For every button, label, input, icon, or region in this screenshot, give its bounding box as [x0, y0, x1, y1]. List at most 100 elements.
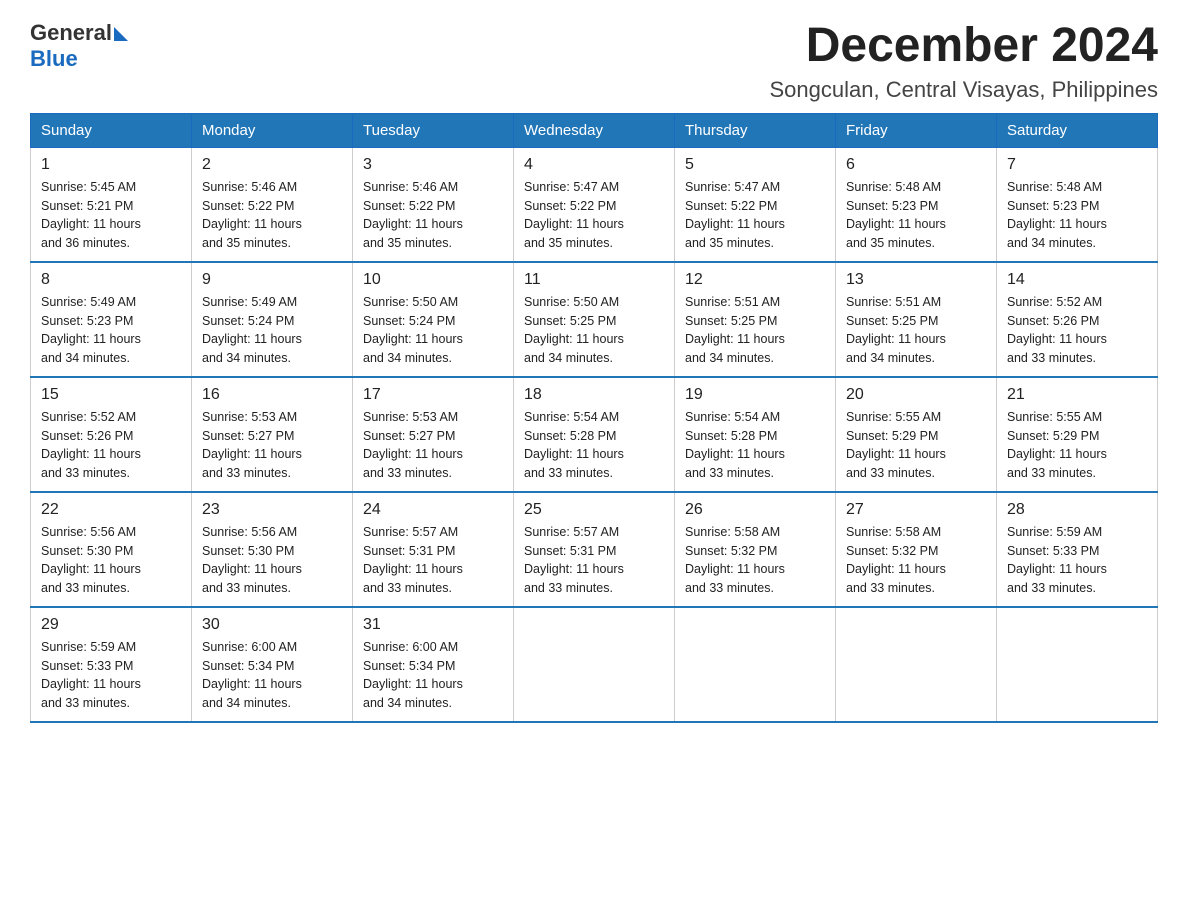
calendar-cell: 1 Sunrise: 5:45 AMSunset: 5:21 PMDaylight… — [31, 147, 192, 262]
calendar-cell: 11 Sunrise: 5:50 AMSunset: 5:25 PMDayligh… — [514, 262, 675, 377]
day-info: Sunrise: 5:58 AMSunset: 5:32 PMDaylight:… — [846, 523, 986, 598]
day-info: Sunrise: 5:52 AMSunset: 5:26 PMDaylight:… — [1007, 293, 1147, 368]
day-info: Sunrise: 5:57 AMSunset: 5:31 PMDaylight:… — [363, 523, 503, 598]
calendar-cell: 20 Sunrise: 5:55 AMSunset: 5:29 PMDayligh… — [836, 377, 997, 492]
calendar-cell: 3 Sunrise: 5:46 AMSunset: 5:22 PMDaylight… — [353, 147, 514, 262]
calendar-cell: 8Sunrise: 5:49 AMSunset: 5:23 PMDaylight… — [31, 262, 192, 377]
page-title: December 2024 — [770, 20, 1159, 73]
day-number: 24 — [363, 501, 503, 519]
calendar-cell: 10 Sunrise: 5:50 AMSunset: 5:24 PMDayligh… — [353, 262, 514, 377]
calendar-cell: 17 Sunrise: 5:53 AMSunset: 5:27 PMDayligh… — [353, 377, 514, 492]
calendar-cell: 7 Sunrise: 5:48 AMSunset: 5:23 PMDaylight… — [997, 147, 1158, 262]
day-number: 22 — [41, 501, 181, 519]
calendar-cell: 4 Sunrise: 5:47 AMSunset: 5:22 PMDaylight… — [514, 147, 675, 262]
day-number: 11 — [524, 271, 664, 289]
calendar-cell: 19 Sunrise: 5:54 AMSunset: 5:28 PMDayligh… — [675, 377, 836, 492]
week-row-2: 8Sunrise: 5:49 AMSunset: 5:23 PMDaylight… — [31, 262, 1158, 377]
day-info: Sunrise: 5:56 AMSunset: 5:30 PMDaylight:… — [202, 523, 342, 598]
calendar-cell — [675, 607, 836, 722]
day-info: Sunrise: 5:50 AMSunset: 5:24 PMDaylight:… — [363, 293, 503, 368]
logo: General Blue — [30, 20, 128, 72]
calendar-header-row: SundayMondayTuesdayWednesdayThursdayFrid… — [31, 113, 1158, 147]
day-number: 7 — [1007, 156, 1147, 174]
day-number: 9 — [202, 271, 342, 289]
day-number: 25 — [524, 501, 664, 519]
day-info: Sunrise: 5:48 AMSunset: 5:23 PMDaylight:… — [846, 178, 986, 253]
day-info: Sunrise: 5:46 AMSunset: 5:22 PMDaylight:… — [363, 178, 503, 253]
logo-general: General — [30, 20, 112, 46]
day-info: Sunrise: 5:45 AMSunset: 5:21 PMDaylight:… — [41, 178, 181, 253]
day-number: 20 — [846, 386, 986, 404]
day-info: Sunrise: 5:51 AMSunset: 5:25 PMDaylight:… — [685, 293, 825, 368]
day-number: 2 — [202, 156, 342, 174]
day-number: 3 — [363, 156, 503, 174]
calendar-cell — [514, 607, 675, 722]
calendar-cell: 24 Sunrise: 5:57 AMSunset: 5:31 PMDayligh… — [353, 492, 514, 607]
day-number: 1 — [41, 156, 181, 174]
week-row-4: 22 Sunrise: 5:56 AMSunset: 5:30 PMDayligh… — [31, 492, 1158, 607]
day-number: 4 — [524, 156, 664, 174]
week-row-1: 1 Sunrise: 5:45 AMSunset: 5:21 PMDaylight… — [31, 147, 1158, 262]
day-number: 27 — [846, 501, 986, 519]
day-info: Sunrise: 5:55 AMSunset: 5:29 PMDaylight:… — [846, 408, 986, 483]
title-block: December 2024 Songculan, Central Visayas… — [770, 20, 1159, 103]
calendar-cell: 27 Sunrise: 5:58 AMSunset: 5:32 PMDayligh… — [836, 492, 997, 607]
calendar-cell: 13Sunrise: 5:51 AMSunset: 5:25 PMDayligh… — [836, 262, 997, 377]
day-info: Sunrise: 5:59 AMSunset: 5:33 PMDaylight:… — [41, 638, 181, 713]
day-number: 19 — [685, 386, 825, 404]
day-info: Sunrise: 5:54 AMSunset: 5:28 PMDaylight:… — [685, 408, 825, 483]
logo-blue: Blue — [30, 46, 78, 72]
week-row-3: 15Sunrise: 5:52 AMSunset: 5:26 PMDayligh… — [31, 377, 1158, 492]
calendar-cell: 31Sunrise: 6:00 AMSunset: 5:34 PMDayligh… — [353, 607, 514, 722]
week-row-5: 29Sunrise: 5:59 AMSunset: 5:33 PMDayligh… — [31, 607, 1158, 722]
day-info: Sunrise: 5:54 AMSunset: 5:28 PMDaylight:… — [524, 408, 664, 483]
calendar-cell: 30Sunrise: 6:00 AMSunset: 5:34 PMDayligh… — [192, 607, 353, 722]
calendar-cell: 26 Sunrise: 5:58 AMSunset: 5:32 PMDayligh… — [675, 492, 836, 607]
day-info: Sunrise: 5:58 AMSunset: 5:32 PMDaylight:… — [685, 523, 825, 598]
day-number: 6 — [846, 156, 986, 174]
calendar-cell: 18Sunrise: 5:54 AMSunset: 5:28 PMDayligh… — [514, 377, 675, 492]
page-subtitle: Songculan, Central Visayas, Philippines — [770, 77, 1159, 103]
day-info: Sunrise: 6:00 AMSunset: 5:34 PMDaylight:… — [202, 638, 342, 713]
calendar-cell: 22 Sunrise: 5:56 AMSunset: 5:30 PMDayligh… — [31, 492, 192, 607]
day-number: 13 — [846, 271, 986, 289]
day-number: 16 — [202, 386, 342, 404]
day-info: Sunrise: 5:53 AMSunset: 5:27 PMDaylight:… — [202, 408, 342, 483]
calendar-cell — [997, 607, 1158, 722]
calendar-cell: 25Sunrise: 5:57 AMSunset: 5:31 PMDayligh… — [514, 492, 675, 607]
day-number: 17 — [363, 386, 503, 404]
day-info: Sunrise: 5:48 AMSunset: 5:23 PMDaylight:… — [1007, 178, 1147, 253]
logo-triangle-icon — [114, 27, 128, 41]
day-info: Sunrise: 5:47 AMSunset: 5:22 PMDaylight:… — [685, 178, 825, 253]
day-number: 14 — [1007, 271, 1147, 289]
calendar-cell: 23 Sunrise: 5:56 AMSunset: 5:30 PMDayligh… — [192, 492, 353, 607]
day-number: 10 — [363, 271, 503, 289]
calendar-cell: 15Sunrise: 5:52 AMSunset: 5:26 PMDayligh… — [31, 377, 192, 492]
day-number: 12 — [685, 271, 825, 289]
day-info: Sunrise: 5:56 AMSunset: 5:30 PMDaylight:… — [41, 523, 181, 598]
day-info: Sunrise: 5:46 AMSunset: 5:22 PMDaylight:… — [202, 178, 342, 253]
day-number: 28 — [1007, 501, 1147, 519]
day-number: 23 — [202, 501, 342, 519]
column-header-thursday: Thursday — [675, 113, 836, 147]
calendar-cell: 12 Sunrise: 5:51 AMSunset: 5:25 PMDayligh… — [675, 262, 836, 377]
day-number: 15 — [41, 386, 181, 404]
column-header-wednesday: Wednesday — [514, 113, 675, 147]
calendar-cell: 16 Sunrise: 5:53 AMSunset: 5:27 PMDayligh… — [192, 377, 353, 492]
day-info: Sunrise: 5:49 AMSunset: 5:24 PMDaylight:… — [202, 293, 342, 368]
calendar-cell: 29Sunrise: 5:59 AMSunset: 5:33 PMDayligh… — [31, 607, 192, 722]
column-header-sunday: Sunday — [31, 113, 192, 147]
day-number: 21 — [1007, 386, 1147, 404]
day-info: Sunrise: 5:53 AMSunset: 5:27 PMDaylight:… — [363, 408, 503, 483]
day-info: Sunrise: 5:49 AMSunset: 5:23 PMDaylight:… — [41, 293, 181, 368]
calendar-cell: 21Sunrise: 5:55 AMSunset: 5:29 PMDayligh… — [997, 377, 1158, 492]
column-header-friday: Friday — [836, 113, 997, 147]
column-header-saturday: Saturday — [997, 113, 1158, 147]
day-info: Sunrise: 5:47 AMSunset: 5:22 PMDaylight:… — [524, 178, 664, 253]
day-number: 26 — [685, 501, 825, 519]
calendar-cell: 14 Sunrise: 5:52 AMSunset: 5:26 PMDayligh… — [997, 262, 1158, 377]
day-info: Sunrise: 5:50 AMSunset: 5:25 PMDaylight:… — [524, 293, 664, 368]
column-header-tuesday: Tuesday — [353, 113, 514, 147]
calendar-cell: 9 Sunrise: 5:49 AMSunset: 5:24 PMDaylight… — [192, 262, 353, 377]
calendar-cell: 5Sunrise: 5:47 AMSunset: 5:22 PMDaylight… — [675, 147, 836, 262]
